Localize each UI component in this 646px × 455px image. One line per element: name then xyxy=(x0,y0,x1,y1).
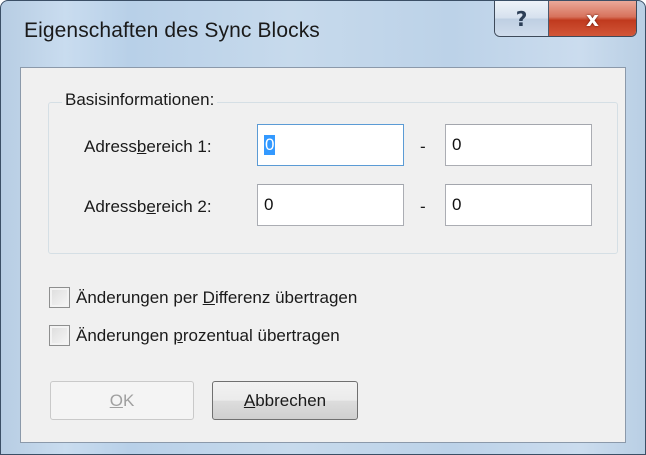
cancel-button[interactable]: Abbrechen xyxy=(212,381,358,420)
dialog-client-area: Basisinformationen: Adressbereich 1: 0 -… xyxy=(20,67,626,443)
address-range-1-label: Adressbereich 1: xyxy=(84,137,212,156)
close-icon: x xyxy=(586,6,599,31)
diff-option-row[interactable]: Änderungen per Differenz übertragen xyxy=(49,287,357,308)
address-range-2-label: Adressbereich 2: xyxy=(84,197,212,216)
address-range-2-to-input[interactable]: 0 xyxy=(445,184,592,226)
help-button[interactable]: ? xyxy=(495,1,549,36)
address-range-2-to-value: 0 xyxy=(452,195,462,214)
caption-buttons: ? x xyxy=(494,1,637,37)
percent-checkbox[interactable] xyxy=(49,325,70,346)
address-range-2-from-value: 0 xyxy=(264,195,274,214)
help-icon: ? xyxy=(515,6,528,31)
diff-checkbox[interactable] xyxy=(49,287,70,308)
title-bar[interactable]: Eigenschaften des Sync Blocks ? x xyxy=(1,1,645,67)
address-range-2-from-input[interactable]: 0 xyxy=(257,184,404,226)
address-range-1-from-value: 0 xyxy=(264,135,276,155)
dialog-window: Eigenschaften des Sync Blocks ? x Basisi… xyxy=(0,0,646,455)
address-range-1-to-input[interactable]: 0 xyxy=(445,124,592,166)
cancel-button-label: Abbrechen xyxy=(243,390,327,410)
groupbox-label: Basisinformationen: xyxy=(62,90,218,110)
percent-option-row[interactable]: Änderungen prozentual übertragen xyxy=(49,325,340,346)
window-title: Eigenschaften des Sync Blocks xyxy=(24,19,320,42)
percent-checkbox-label: Änderungen prozentual übertragen xyxy=(76,325,340,345)
ok-button[interactable]: OK xyxy=(50,381,194,420)
ok-button-label: OK xyxy=(109,390,135,410)
address-range-2-separator: - xyxy=(420,197,426,216)
close-button[interactable]: x xyxy=(549,1,636,36)
address-range-1-from-input[interactable]: 0 xyxy=(257,124,404,166)
address-range-1-to-value: 0 xyxy=(452,135,462,154)
diff-checkbox-label: Änderungen per Differenz übertragen xyxy=(76,287,358,307)
address-range-1-separator: - xyxy=(420,137,426,156)
